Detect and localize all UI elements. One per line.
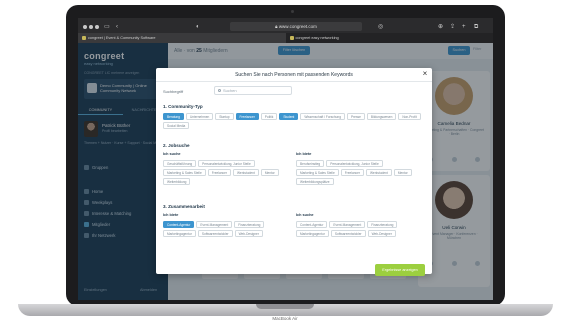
filter-chip[interactable]: Mentor — [260, 169, 279, 176]
filter-chip[interactable]: Finanzberatung — [234, 221, 265, 228]
keyword-search-input[interactable]: Suchen — [214, 86, 292, 95]
keyword-label: Suchbegriff — [163, 89, 184, 94]
camera-dot — [291, 10, 294, 13]
device-label: MacBook Air — [272, 316, 298, 321]
shield-icon: ◐ — [196, 24, 200, 30]
divider — [156, 81, 432, 82]
filter-chip[interactable]: Softwareentwickler — [197, 230, 233, 237]
filter-chip[interactable]: Marketingagentur — [163, 230, 196, 237]
keyword-search-modal: Suchen Sie nach Personen mit passenden K… — [156, 68, 432, 276]
collab-right-label: Ich suche — [296, 213, 314, 217]
stage: ▭ ‹ ◐ 🔒︎ www.congreet.com ◎ ⊕ ⇪ + ⧉ cong… — [0, 0, 571, 331]
filter-chip[interactable]: Wissenschaft / Forschung — [300, 113, 345, 120]
filter-chip[interactable]: Bildungswesen — [366, 113, 397, 120]
section-jobsearch-title: 2. Jobsuche — [163, 143, 190, 148]
filter-chip[interactable]: Softwareentwickler — [330, 230, 366, 237]
section-community-type-title: 1. Community-Typ — [163, 104, 203, 109]
tab-overview-icon[interactable]: ⧉ — [474, 23, 478, 31]
download-icon[interactable]: ⊕ — [438, 23, 443, 31]
filter-chip[interactable]: Freelancer — [340, 169, 364, 176]
browser-tab-1[interactable]: congreet | Event & Community Software — [78, 33, 286, 43]
share-icon[interactable]: ⇪ — [450, 23, 455, 31]
keyword-placeholder: Suchen — [223, 88, 237, 93]
laptop-screen: ▭ ‹ ◐ 🔒︎ www.congreet.com ◎ ⊕ ⇪ + ⧉ cong… — [78, 18, 493, 300]
show-results-button[interactable]: Ergebnisse anzeigen — [375, 264, 425, 276]
filter-chip[interactable]: Personalentwicklung, Junior Stelle — [198, 160, 255, 167]
collab-left-label: Ich biete — [163, 213, 179, 217]
filter-chip[interactable]: Content-Agentur — [163, 221, 195, 228]
address-bar[interactable]: 🔒︎ www.congreet.com — [230, 22, 362, 31]
jobsearch-right-label: Ich biete — [296, 152, 312, 156]
filter-chip[interactable]: Beratung — [163, 113, 184, 120]
filter-chip[interactable]: Non-Profit — [398, 113, 421, 120]
filter-chip[interactable]: Event-Management — [196, 221, 233, 228]
sidebar-toggle-icon[interactable]: ▭ — [104, 23, 110, 31]
filter-chip[interactable]: Web-Designer — [367, 230, 396, 237]
window-zoom-dot[interactable] — [95, 25, 99, 29]
window-close-dot[interactable] — [83, 25, 87, 29]
filter-chip[interactable]: Mentor — [393, 169, 412, 176]
address-text: www.congreet.com — [278, 24, 317, 29]
filter-chip[interactable]: Werkstudent — [232, 169, 259, 176]
window-minimize-dot[interactable] — [89, 25, 93, 29]
tab-label: congreet | Event & Community Software — [88, 36, 156, 40]
collab-left-chips: Content-Agentur Event-Management Finanzber… — [163, 221, 291, 237]
laptop-notch — [256, 304, 314, 309]
filter-chip[interactable]: Weiterbildungsplätze — [296, 178, 334, 185]
filter-chip[interactable]: Startup — [215, 113, 234, 120]
community-type-chips: Beratung Unternehmen Startup Freelancer Poli… — [163, 113, 425, 129]
filter-chip[interactable]: Content-Agentur — [296, 221, 328, 228]
filter-chip[interactable]: Social Media — [163, 122, 190, 129]
filter-chip[interactable]: Freelancer — [235, 113, 259, 120]
filter-chip[interactable]: Event-Management — [329, 221, 366, 228]
filter-chip[interactable]: Unternehmen — [185, 113, 214, 120]
modal-title: Suchen Sie nach Personen mit passenden K… — [235, 72, 353, 78]
filter-chip[interactable]: Marketing & Sales Stelle — [163, 169, 206, 176]
back-icon[interactable]: ‹ — [116, 23, 118, 31]
filter-chip[interactable]: Personalentwicklung, Junior Stelle — [326, 160, 383, 167]
section-collaboration-title: 3. Zusammenarbeit — [163, 204, 205, 209]
filter-chip[interactable]: Presse — [346, 113, 365, 120]
favicon-icon — [82, 36, 86, 40]
filter-chip[interactable]: Student — [279, 113, 299, 120]
reader-icon[interactable]: ◎ — [378, 23, 383, 31]
search-icon — [218, 89, 221, 92]
filter-chip[interactable]: Politik — [260, 113, 278, 120]
tab-bar: congreet | Event & Community Software co… — [78, 33, 493, 43]
filter-chip[interactable]: Web-Designer — [234, 230, 263, 237]
filter-chip[interactable]: Finanzberatung — [367, 221, 398, 228]
jobsearch-right-chips: Berufseinstieg Personalentwicklung, Junio… — [296, 160, 426, 185]
jobsearch-left-chips: Geschäftsführung Personalentwicklung, Jun… — [163, 160, 291, 185]
jobsearch-left-label: Ich suche — [163, 152, 181, 156]
favicon-icon — [289, 36, 294, 40]
tab-label: congreet easy networking — [295, 36, 339, 40]
collab-right-chips: Content-Agentur Event-Management Finanzber… — [296, 221, 426, 237]
filter-chip[interactable]: Weiterbildung — [163, 178, 191, 185]
close-icon[interactable]: × — [420, 69, 430, 79]
filter-chip[interactable]: Marketingagentur — [296, 230, 329, 237]
browser-chrome: ▭ ‹ ◐ 🔒︎ www.congreet.com ◎ ⊕ ⇪ + ⧉ cong… — [78, 18, 493, 43]
filter-chip[interactable]: Marketing & Sales Stelle — [296, 169, 339, 176]
filter-chip[interactable]: Geschäftsführung — [163, 160, 197, 167]
filter-chip[interactable]: Berufseinstieg — [296, 160, 325, 167]
browser-tab-2[interactable]: congreet easy networking — [286, 33, 494, 43]
new-tab-icon[interactable]: + — [462, 23, 466, 31]
filter-chip[interactable]: Werkstudent — [365, 169, 392, 176]
filter-chip[interactable]: Freelancer — [207, 169, 231, 176]
